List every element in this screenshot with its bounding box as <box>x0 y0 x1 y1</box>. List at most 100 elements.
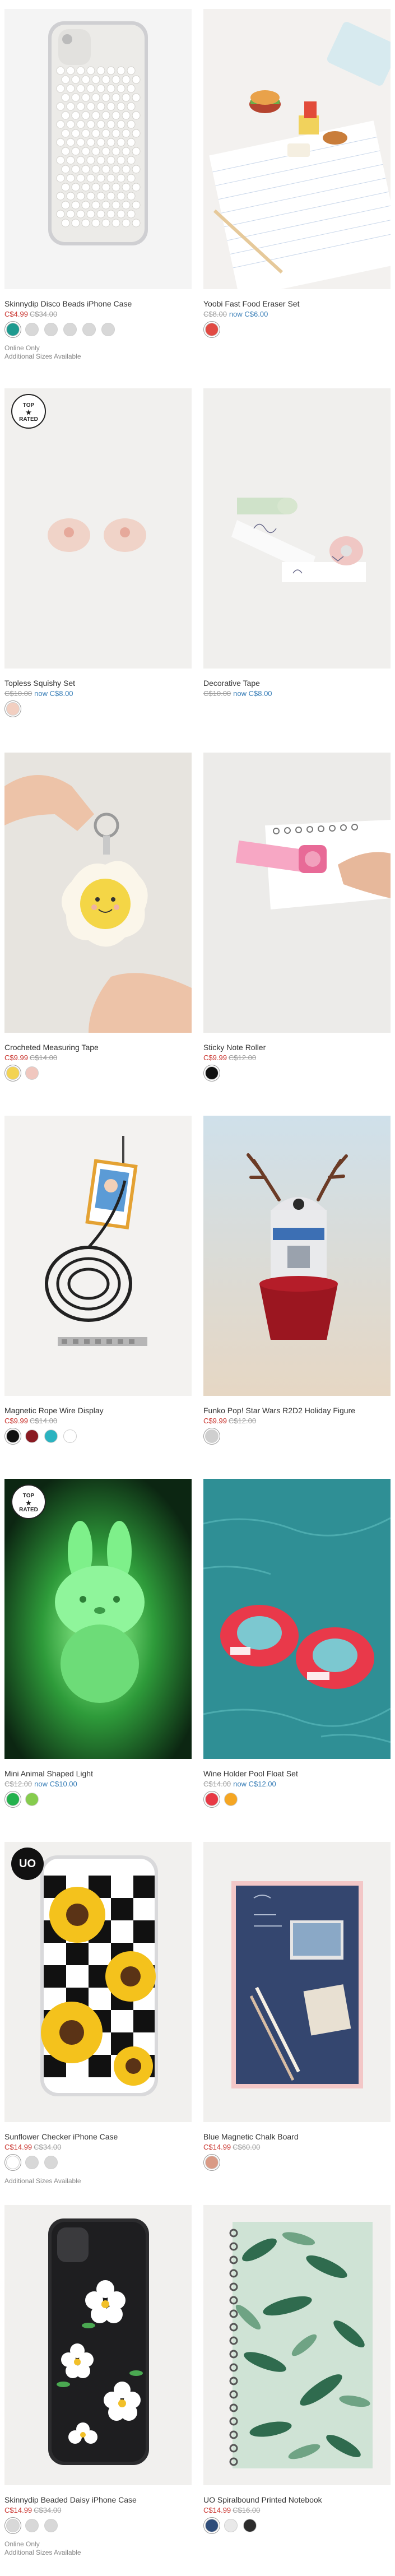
product-image[interactable]: TOP ★ RATED <box>4 1479 192 1759</box>
original-price: C$12.00 <box>228 1417 257 1425</box>
original-price: C$34.00 <box>34 2506 62 2514</box>
product-title[interactable]: Sticky Note Roller <box>203 1043 266 1052</box>
product-title[interactable]: Mini Animal Shaped Light <box>4 1769 93 1778</box>
product-price: C$9.99 C$14.00 <box>4 1053 57 1062</box>
color-swatch[interactable] <box>25 2519 39 2532</box>
product-price: C$14.99 C$16.00 <box>203 2506 260 2514</box>
product-image[interactable] <box>4 753 192 1033</box>
color-swatch[interactable] <box>6 2156 20 2169</box>
color-swatches <box>203 2519 271 2536</box>
product-image[interactable] <box>4 1116 192 1396</box>
color-swatch[interactable] <box>44 323 58 336</box>
product-price: C$10.00 now C$8.00 <box>203 689 272 698</box>
product-title[interactable]: Yoobi Fast Food Eraser Set <box>203 299 299 308</box>
product-image[interactable] <box>203 753 391 1033</box>
product-image[interactable] <box>203 388 391 669</box>
color-swatches <box>4 2156 72 2173</box>
original-price: C$10.00 <box>203 689 231 698</box>
product-price: C$14.00 now C$12.00 <box>203 1780 276 1788</box>
original-price: C$12.00 <box>228 1053 257 1062</box>
color-swatches <box>4 1793 61 1809</box>
color-swatch[interactable] <box>63 1429 77 1443</box>
product-title[interactable]: Magnetic Rope Wire Display <box>4 1406 104 1415</box>
product-price: C$12.00 now C$10.00 <box>4 1780 77 1788</box>
color-swatches <box>4 702 38 719</box>
sale-price: C$14.99 <box>4 2506 32 2514</box>
product-title[interactable]: Wine Holder Pool Float Set <box>203 1769 298 1778</box>
color-swatch[interactable] <box>205 1793 219 1806</box>
color-swatch[interactable] <box>224 2519 238 2532</box>
product-price: C$9.99 C$12.00 <box>203 1053 256 1062</box>
product-image[interactable] <box>4 2205 192 2485</box>
sizes-note: Additional Sizes Available <box>4 2549 81 2556</box>
product-price: C$14.99 C$34.00 <box>4 2506 61 2514</box>
color-swatch[interactable] <box>25 1066 39 1080</box>
product-image[interactable] <box>203 1842 391 2122</box>
original-price: C$10.00 <box>4 689 32 698</box>
original-price: C$60.00 <box>233 2143 261 2151</box>
product-image[interactable] <box>203 1479 391 1759</box>
product-image[interactable] <box>203 2205 391 2485</box>
color-swatch[interactable] <box>243 2519 257 2532</box>
top-rated-badge: TOP ★ RATED <box>11 394 46 429</box>
product-price: C$9.99 C$14.00 <box>4 1417 57 1425</box>
product-price: C$9.99 C$12.00 <box>203 1417 256 1425</box>
product-title[interactable]: Crocheted Measuring Tape <box>4 1043 99 1052</box>
color-swatch[interactable] <box>205 2519 219 2532</box>
color-swatch[interactable] <box>6 1429 20 1443</box>
product-image[interactable]: UO <box>4 1842 192 2122</box>
sale-price: C$14.99 <box>203 2506 231 2514</box>
product-price: C$10.00 now C$8.00 <box>4 689 73 698</box>
product-title[interactable]: Skinnydip Disco Beads iPhone Case <box>4 299 132 308</box>
original-price: C$14.00 <box>29 1053 58 1062</box>
color-swatches <box>203 323 237 340</box>
product-title[interactable]: Blue Magnetic Chalk Board <box>203 2132 299 2141</box>
sale-price: C$14.99 <box>203 2143 231 2151</box>
color-swatch[interactable] <box>25 2156 39 2169</box>
product-title[interactable]: Decorative Tape <box>203 679 260 688</box>
color-swatch[interactable] <box>25 323 39 336</box>
color-swatch[interactable] <box>82 323 96 336</box>
original-price: C$16.00 <box>233 2506 261 2514</box>
color-swatch[interactable] <box>205 323 219 336</box>
color-swatch[interactable] <box>6 2519 20 2532</box>
color-swatch[interactable] <box>6 1793 20 1806</box>
sale-price: C$4.99 <box>4 310 28 318</box>
product-price: C$14.99 C$34.00 <box>4 2143 61 2151</box>
color-swatch[interactable] <box>44 1429 58 1443</box>
product-image[interactable] <box>203 1116 391 1396</box>
product-image[interactable] <box>4 9 192 289</box>
color-swatch[interactable] <box>25 1793 39 1806</box>
color-swatches <box>203 1429 237 1446</box>
product-title[interactable]: Skinnydip Beaded Daisy iPhone Case <box>4 2495 137 2504</box>
color-swatch[interactable] <box>205 1429 219 1443</box>
original-price: C$34.00 <box>29 310 58 318</box>
product-title[interactable]: Funko Pop! Star Wars R2D2 Holiday Figure <box>203 1406 355 1415</box>
color-swatch[interactable] <box>6 323 20 336</box>
color-swatches <box>4 1429 94 1446</box>
color-swatch[interactable] <box>6 1066 20 1080</box>
availability-note: Online Only <box>4 344 40 352</box>
product-title[interactable]: Sunflower Checker iPhone Case <box>4 2132 118 2141</box>
product-image[interactable]: TOP ★ RATED <box>4 388 192 669</box>
original-price: C$12.00 <box>4 1780 32 1788</box>
product-image[interactable] <box>203 9 391 289</box>
color-swatch[interactable] <box>63 323 77 336</box>
color-swatch[interactable] <box>205 2156 219 2169</box>
product-title[interactable]: Topless Squishy Set <box>4 679 75 688</box>
color-swatch[interactable] <box>224 1793 238 1806</box>
product-title[interactable]: UO Spiralbound Printed Notebook <box>203 2495 322 2504</box>
color-swatch[interactable] <box>44 2519 58 2532</box>
color-swatch[interactable] <box>44 2156 58 2169</box>
sale-price: C$9.99 <box>203 1053 227 1062</box>
color-swatch[interactable] <box>6 702 20 716</box>
color-swatch[interactable] <box>205 1066 219 1080</box>
sale-price: C$9.99 <box>4 1417 28 1425</box>
uo-logo: UO <box>11 1848 44 1880</box>
sale-price: now C$12.00 <box>233 1780 276 1788</box>
color-swatches <box>4 2519 72 2536</box>
sale-price: now C$6.00 <box>229 310 268 318</box>
sale-price: C$9.99 <box>4 1053 28 1062</box>
color-swatch[interactable] <box>25 1429 39 1443</box>
color-swatch[interactable] <box>101 323 115 336</box>
